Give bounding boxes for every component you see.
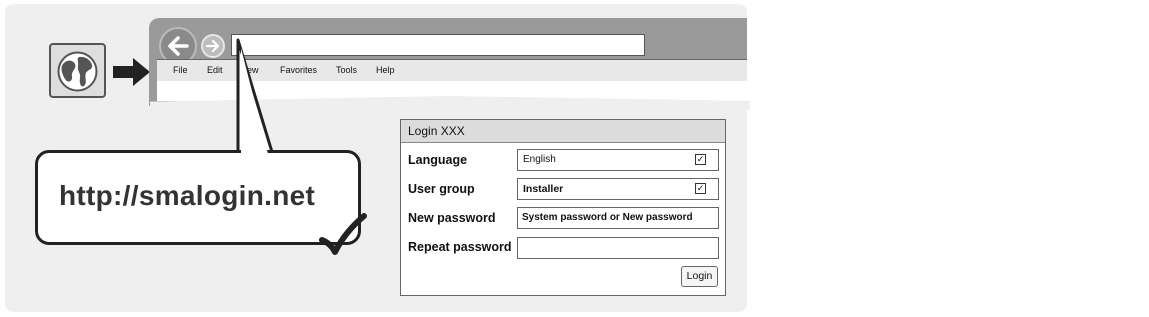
user-group-select[interactable]: Installer ✓ [517,178,719,200]
repeat-password-field[interactable] [517,237,719,259]
checkmark-icon [319,213,367,255]
login-title: Login XXX [401,120,725,143]
new-password-field[interactable]: System password or New password [517,207,719,229]
url-text: http://smalogin.net [59,180,316,211]
new-password-label: New password [408,211,496,225]
dropdown-check-icon[interactable]: ✓ [695,154,706,165]
login-dialog: Login XXX Language English ✓ User group … [400,119,726,296]
language-select[interactable]: English ✓ [517,149,719,171]
language-value: English [523,154,556,165]
new-password-value: System password or New password [522,212,693,223]
repeat-password-label: Repeat password [408,240,512,254]
language-label: Language [408,153,468,167]
user-group-label: User group [408,182,475,196]
login-button[interactable]: Login [681,266,718,287]
user-group-value: Installer [523,183,564,195]
dropdown-check-icon[interactable]: ✓ [695,183,706,194]
